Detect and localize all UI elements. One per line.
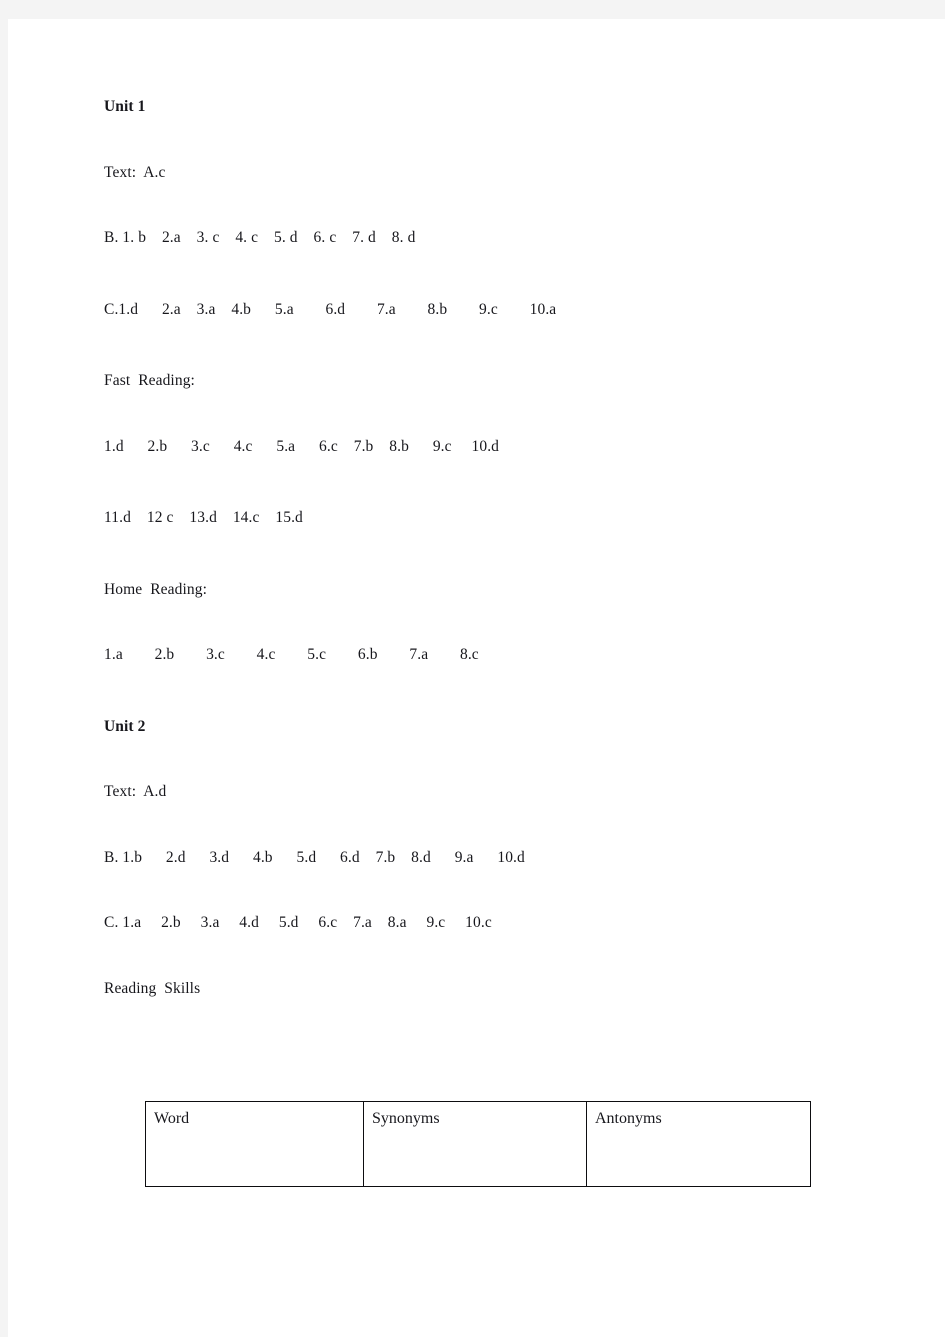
unit-2-section-c-answers: C. 1.a 2.b 3.a 4.d 5.d 6.c 7.a 8.a 9.c 1… — [104, 914, 492, 931]
unit-2-text-answer: Text: A.d — [104, 783, 167, 800]
unit-2-reading-skills-label: Reading Skills — [104, 979, 201, 997]
unit-1-home-reading-label: Home Reading: — [104, 580, 207, 598]
unit-1-text-answer: Text: A.c — [104, 163, 166, 181]
document-body: Unit 1 Text: A.c B. 1. b 2.a 3. c 4. c 5… — [104, 99, 884, 1046]
table-header-synonyms: Synonyms — [363, 1101, 587, 1187]
unit-1-home-reading-answers: 1.a 2.b 3.c 4.c 5.c 6.b 7.a 8.c — [104, 646, 479, 663]
unit-1-fast-reading-answers-line-1: 1.d 2.b 3.c 4.c 5.a 6.c 7.b 8.b 9.c 10.d — [104, 437, 500, 455]
reading-skills-table: Word Synonyms Antonyms — [145, 1101, 811, 1187]
table-header-word: Word — [145, 1101, 364, 1187]
unit-2-heading: Unit 2 — [104, 717, 146, 735]
table-header-antonyms: Antonyms — [586, 1101, 811, 1187]
table-row: Word Synonyms Antonyms — [145, 1101, 811, 1187]
unit-2-section-b-answers: B. 1.b 2.d 3.d 4.b 5.d 6.d 7.b 8.d 9.a 1… — [104, 848, 525, 866]
unit-1-fast-reading-answers-line-2: 11.d 12 c 13.d 14.c 15.d — [104, 509, 303, 526]
unit-1-fast-reading-label: Fast Reading: — [104, 372, 195, 389]
unit-1-section-b-answers: B. 1. b 2.a 3. c 4. c 5. d 6. c 7. d 8. … — [104, 229, 416, 246]
page-sheet: Unit 1 Text: A.c B. 1. b 2.a 3. c 4. c 5… — [8, 19, 945, 1337]
document-page: { "page": { "background_color": "#f4f4f4… — [0, 0, 945, 1337]
unit-1-section-c-answers: C.1.d 2.a 3.a 4.b 5.a 6.d 7.a 8.b 9.c 10… — [104, 300, 557, 318]
unit-1-heading: Unit 1 — [104, 98, 146, 115]
